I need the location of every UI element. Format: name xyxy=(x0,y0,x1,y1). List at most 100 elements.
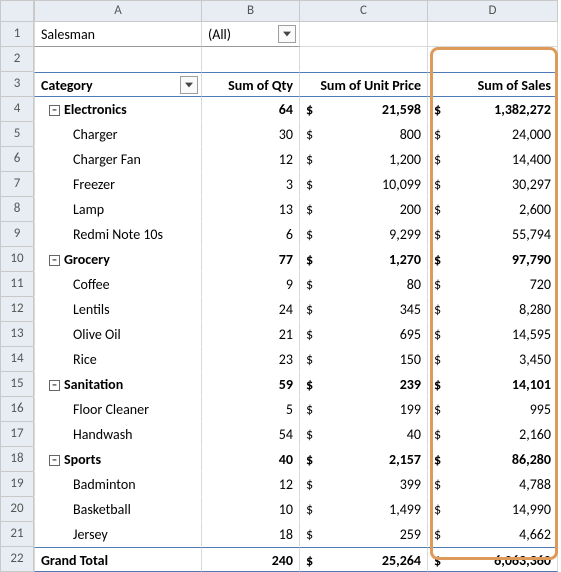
item-name[interactable]: Jersey xyxy=(34,522,202,547)
item-name[interactable]: Floor Cleaner xyxy=(34,397,202,422)
category-name[interactable]: −Sports xyxy=(34,447,202,472)
row-header-3[interactable]: 3 xyxy=(0,72,34,97)
item-name[interactable]: Handwash xyxy=(34,422,202,447)
grand-qty[interactable]: 240 xyxy=(202,547,300,572)
item-sales[interactable]: $14,595 xyxy=(428,322,558,347)
item-name[interactable]: Redmi Note 10s xyxy=(34,222,202,247)
item-qty[interactable]: 6 xyxy=(202,222,300,247)
category-unit[interactable]: $2,157 xyxy=(300,447,428,472)
grand-unit[interactable]: $25,264 xyxy=(300,547,428,572)
category-unit[interactable]: $1,270 xyxy=(300,247,428,272)
item-name[interactable]: Olive Oil xyxy=(34,322,202,347)
row-header-19[interactable]: 19 xyxy=(0,472,34,497)
item-sales[interactable]: $720 xyxy=(428,272,558,297)
col-header-A[interactable]: A xyxy=(34,0,202,22)
row-header-7[interactable]: 7 xyxy=(0,172,34,197)
item-sales[interactable]: $4,788 xyxy=(428,472,558,497)
row-header-14[interactable]: 14 xyxy=(0,347,34,372)
item-sales[interactable]: $2,160 xyxy=(428,422,558,447)
item-sales[interactable]: $4,662 xyxy=(428,522,558,547)
category-name[interactable]: −Electronics xyxy=(34,97,202,122)
item-qty[interactable]: 18 xyxy=(202,522,300,547)
item-name[interactable]: Lentils xyxy=(34,297,202,322)
item-qty[interactable]: 12 xyxy=(202,472,300,497)
item-unit[interactable]: $9,299 xyxy=(300,222,428,247)
empty-cell[interactable] xyxy=(428,47,558,72)
item-sales[interactable]: $995 xyxy=(428,397,558,422)
category-qty[interactable]: 40 xyxy=(202,447,300,472)
collapse-icon[interactable]: − xyxy=(49,255,60,266)
item-name[interactable]: Lamp xyxy=(34,197,202,222)
item-qty[interactable]: 23 xyxy=(202,347,300,372)
col-header-B[interactable]: B xyxy=(202,0,300,22)
collapse-icon[interactable]: − xyxy=(49,380,60,391)
row-header-21[interactable]: 21 xyxy=(0,522,34,547)
item-qty[interactable]: 5 xyxy=(202,397,300,422)
item-unit[interactable]: $1,499 xyxy=(300,497,428,522)
row-header-18[interactable]: 18 xyxy=(0,447,34,472)
category-qty[interactable]: 64 xyxy=(202,97,300,122)
item-qty[interactable]: 10 xyxy=(202,497,300,522)
item-unit[interactable]: $800 xyxy=(300,122,428,147)
item-name[interactable]: Basketball xyxy=(34,497,202,522)
category-qty[interactable]: 59 xyxy=(202,372,300,397)
item-unit[interactable]: $259 xyxy=(300,522,428,547)
item-sales[interactable]: $24,000 xyxy=(428,122,558,147)
item-qty[interactable]: 9 xyxy=(202,272,300,297)
item-qty[interactable]: 21 xyxy=(202,322,300,347)
item-sales[interactable]: $14,400 xyxy=(428,147,558,172)
item-unit[interactable]: $1,200 xyxy=(300,147,428,172)
item-sales[interactable]: $2,600 xyxy=(428,197,558,222)
grand-sales[interactable]: $6,063,360 xyxy=(428,547,558,572)
category-qty[interactable]: 77 xyxy=(202,247,300,272)
header-category[interactable]: Category xyxy=(34,72,202,97)
item-unit[interactable]: $200 xyxy=(300,197,428,222)
row-header-12[interactable]: 12 xyxy=(0,297,34,322)
item-unit[interactable]: $10,099 xyxy=(300,172,428,197)
grand-label[interactable]: Grand Total xyxy=(34,547,202,572)
col-header-D[interactable]: D xyxy=(428,0,558,22)
filter-label[interactable]: Salesman xyxy=(34,22,202,47)
row-header-16[interactable]: 16 xyxy=(0,397,34,422)
item-name[interactable]: Charger Fan xyxy=(34,147,202,172)
item-sales[interactable]: $14,990 xyxy=(428,497,558,522)
filter-dropdown[interactable] xyxy=(278,25,296,43)
row-header-1[interactable]: 1 xyxy=(0,22,34,47)
row-header-15[interactable]: 15 xyxy=(0,372,34,397)
row-header-2[interactable]: 2 xyxy=(0,47,34,72)
item-name[interactable]: Rice xyxy=(34,347,202,372)
row-header-4[interactable]: 4 xyxy=(0,97,34,122)
collapse-icon[interactable]: − xyxy=(49,105,60,116)
item-unit[interactable]: $40 xyxy=(300,422,428,447)
item-sales[interactable]: $3,450 xyxy=(428,347,558,372)
empty-cell[interactable] xyxy=(428,22,558,47)
empty-cell[interactable] xyxy=(300,22,428,47)
item-name[interactable]: Coffee xyxy=(34,272,202,297)
category-sales[interactable]: $14,101 xyxy=(428,372,558,397)
filter-value-cell[interactable]: (All) xyxy=(202,22,300,47)
item-qty[interactable]: 12 xyxy=(202,147,300,172)
row-header-8[interactable]: 8 xyxy=(0,197,34,222)
empty-cell[interactable] xyxy=(202,47,300,72)
category-name[interactable]: −Grocery xyxy=(34,247,202,272)
category-name[interactable]: −Sanitation xyxy=(34,372,202,397)
row-header-17[interactable]: 17 xyxy=(0,422,34,447)
item-unit[interactable]: $345 xyxy=(300,297,428,322)
item-unit[interactable]: $399 xyxy=(300,472,428,497)
row-header-13[interactable]: 13 xyxy=(0,322,34,347)
category-unit[interactable]: $239 xyxy=(300,372,428,397)
row-header-5[interactable]: 5 xyxy=(0,122,34,147)
item-sales[interactable]: $8,280 xyxy=(428,297,558,322)
item-qty[interactable]: 54 xyxy=(202,422,300,447)
row-header-20[interactable]: 20 xyxy=(0,497,34,522)
item-name[interactable]: Freezer xyxy=(34,172,202,197)
row-header-10[interactable]: 10 xyxy=(0,247,34,272)
row-header-6[interactable]: 6 xyxy=(0,147,34,172)
item-sales[interactable]: $55,794 xyxy=(428,222,558,247)
row-header-22[interactable]: 22 xyxy=(0,547,34,572)
header-unitprice[interactable]: Sum of Unit Price xyxy=(300,72,428,97)
item-name[interactable]: Charger xyxy=(34,122,202,147)
category-sales[interactable]: $97,790 xyxy=(428,247,558,272)
item-qty[interactable]: 30 xyxy=(202,122,300,147)
select-all-corner[interactable] xyxy=(0,0,34,22)
